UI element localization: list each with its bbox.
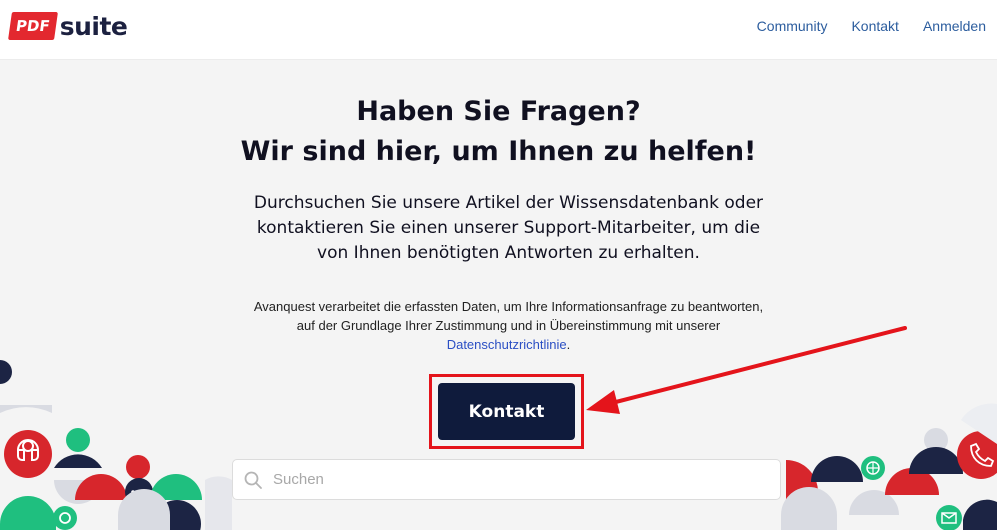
contact-button[interactable]: Kontakt <box>438 383 575 440</box>
intro-text: Durchsuchen Sie unsere Artikel der Wisse… <box>200 191 817 266</box>
pdfsuite-logo[interactable]: PDF suite <box>8 11 128 41</box>
logo-word: suite <box>59 11 128 41</box>
search-icon <box>233 471 273 489</box>
search-input[interactable] <box>273 471 753 488</box>
top-navigation-bar: PDF suite Community Kontakt Anmelden <box>0 0 997 60</box>
title-line-2: Wir sind hier, um Ihnen zu helfen! <box>240 136 757 167</box>
logo-badge: PDF <box>8 12 58 40</box>
header-nav: Community Kontakt Anmelden <box>757 18 986 34</box>
nav-link-kontakt[interactable]: Kontakt <box>851 18 898 34</box>
nav-link-community[interactable]: Community <box>757 18 828 34</box>
nav-link-anmelden[interactable]: Anmelden <box>923 18 986 34</box>
decorative-pattern-left <box>0 360 232 530</box>
title-line-1: Haben Sie Fragen? <box>356 96 641 127</box>
intro-line-2: kontaktieren Sie einen unserer Support-M… <box>256 218 761 238</box>
privacy-policy-link[interactable]: Datenschutzrichtlinie <box>447 337 567 352</box>
intro-line-3: von Ihnen benötigten Antworten zu erhalt… <box>317 243 700 263</box>
search-box[interactable] <box>232 459 781 500</box>
notice-line-1: Avanquest verarbeitet die erfassten Date… <box>253 299 764 314</box>
intro-line-1: Durchsuchen Sie unsere Artikel der Wisse… <box>253 193 764 213</box>
decorative-pattern-right <box>781 403 997 530</box>
notice-period: . <box>566 337 571 352</box>
page-title: Haben Sie Fragen? Wir sind hier, um Ihne… <box>0 92 997 172</box>
